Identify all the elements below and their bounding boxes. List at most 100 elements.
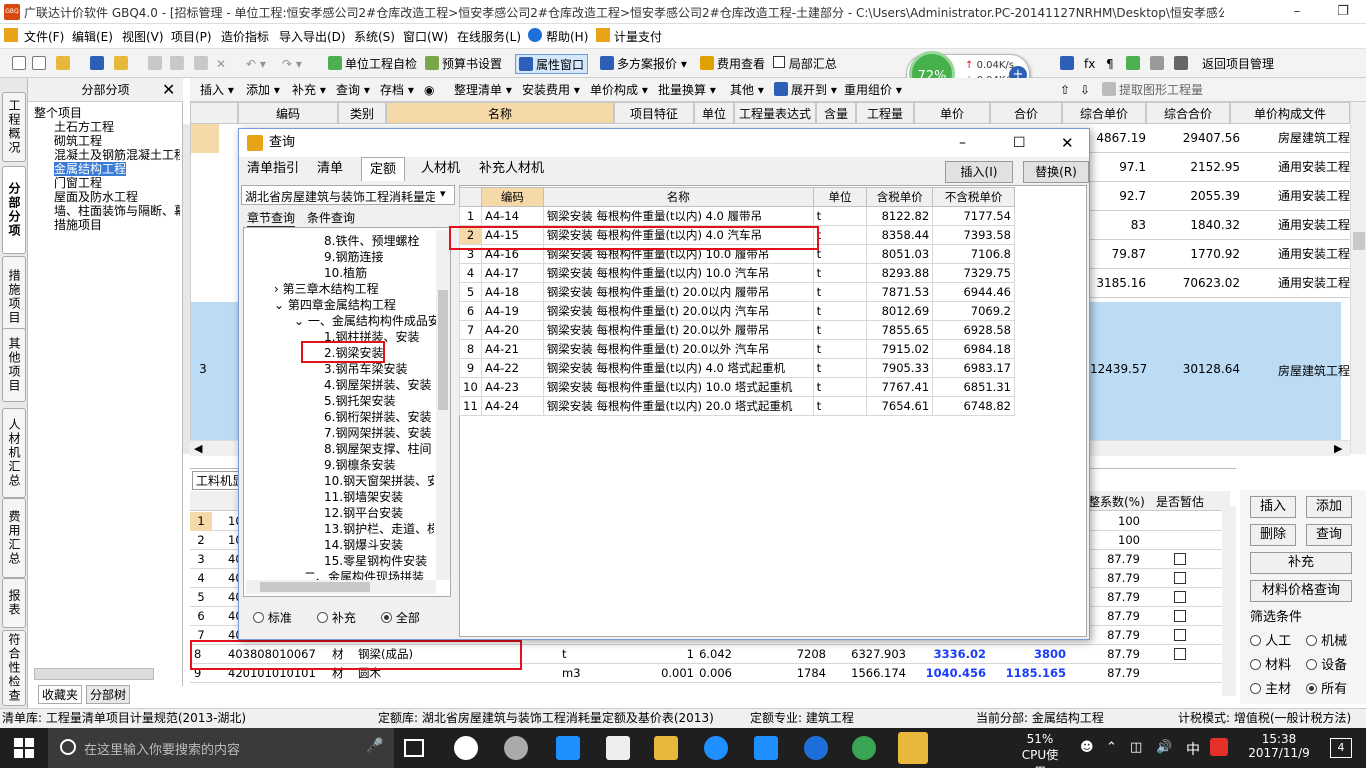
radio-all-dot[interactable]: [381, 612, 392, 623]
supplement-button[interactable]: 补充 ▾: [292, 80, 326, 100]
people-icon[interactable]: ☻: [1080, 740, 1094, 755]
tab-reports[interactable]: 报表: [2, 578, 26, 628]
network-icon[interactable]: ◫: [1130, 740, 1142, 755]
chapter-item[interactable]: 9.钢檩条安装: [324, 458, 434, 472]
col-quota-name[interactable]: 名称: [542, 187, 814, 207]
chapter-item[interactable]: 11.钢墙架安装: [324, 490, 434, 504]
menu-system[interactable]: 系统(S): [354, 28, 395, 45]
budget-settings-button[interactable]: 预算书设置: [425, 54, 502, 74]
table-row[interactable]: 79.87 1770.92 通用安装工程: [1090, 240, 1350, 269]
tree-item-concrete[interactable]: 混凝土及钢筋混凝土工程: [54, 148, 180, 162]
chapter-item[interactable]: 15.零星钢构件安装: [324, 554, 434, 568]
estimate-checkbox[interactable]: [1174, 648, 1186, 660]
col-feature[interactable]: 项目特征: [614, 102, 694, 124]
edge-icon[interactable]: [556, 736, 580, 760]
fee-view-button[interactable]: 费用查看: [700, 54, 765, 74]
calculator-icon[interactable]: [1060, 54, 1077, 74]
task-view-icon[interactable]: [404, 739, 424, 757]
tab-quota[interactable]: 定额: [361, 157, 406, 181]
chapter-item[interactable]: ⌄ 一、金属结构构件成品安: [294, 314, 444, 328]
filter-machine-radio[interactable]: [1306, 635, 1317, 646]
box-icon[interactable]: [1150, 54, 1167, 74]
chapter-h-scrollbar[interactable]: [246, 580, 436, 594]
tree-item-metal-structure[interactable]: 金属结构工程: [54, 162, 127, 176]
table-row[interactable]: 4 A4-17 钢梁安装 每根构件重量(t以内) 10.0 汽车吊 t 8293.88 7…: [459, 263, 1015, 283]
radio-supplement-dot[interactable]: [317, 612, 328, 623]
detail-query-button[interactable]: 查询: [1306, 524, 1352, 546]
maximize-icon[interactable]: ❐: [1320, 0, 1366, 24]
chapter-item[interactable]: 5.钢托架安装: [324, 394, 434, 408]
grid-v-scroll-thumb[interactable]: [1353, 232, 1365, 250]
quota-library-select[interactable]: 湖北省房屋建筑与装饰工程消耗量定额 ▾: [241, 185, 455, 205]
col-quota-code[interactable]: 编码: [480, 187, 544, 207]
partial-summary-checkbox[interactable]: [773, 56, 785, 68]
chapter-item[interactable]: 10.植筋: [324, 266, 367, 280]
filter-all-radio[interactable]: [1306, 683, 1317, 694]
table-row[interactable]: 92.7 2055.39 通用安装工程: [1090, 182, 1350, 211]
formula-icon[interactable]: fx: [1084, 54, 1095, 74]
input-language[interactable]: 中: [1186, 739, 1200, 759]
tree-close-icon[interactable]: ✕: [162, 80, 175, 99]
archive-button[interactable]: 存档 ▾: [380, 80, 414, 100]
tab-condition-query[interactable]: 条件查询: [307, 209, 355, 226]
table-row[interactable]: 1 A4-14 钢梁安装 每根构件重量(t以内) 4.0 履带吊 t 8122.82 71…: [459, 206, 1015, 226]
undo-icon[interactable]: ↶ ▾: [246, 54, 266, 74]
filter-equipment[interactable]: 设备: [1306, 654, 1347, 673]
redo-icon[interactable]: ↷ ▾: [282, 54, 302, 74]
tree-item-doors-windows[interactable]: 门窗工程: [54, 176, 102, 190]
chapter-scroll-thumb[interactable]: [438, 290, 448, 410]
other-button[interactable]: 其他 ▾: [730, 80, 764, 100]
radio-supplement[interactable]: 补充: [317, 609, 356, 626]
dialog-insert-button[interactable]: 插入(I): [945, 161, 1013, 183]
file-explorer-icon[interactable]: [654, 736, 678, 760]
extract-graphic-button[interactable]: 提取图形工程量: [1102, 80, 1203, 100]
col-is-estimate[interactable]: 是否暂估: [1156, 493, 1204, 510]
query-button[interactable]: 查询 ▾: [336, 80, 370, 100]
col-type[interactable]: 类别: [338, 102, 386, 124]
chapter-item[interactable]: 14.钢爆斗安装: [324, 538, 434, 552]
menu-help[interactable]: 帮助(H): [546, 28, 588, 45]
chapter-item[interactable]: 6.钢桁架拼装、安装: [324, 410, 434, 424]
chapter-item[interactable]: 4.钢屋架拼装、安装: [324, 378, 434, 392]
save-icon[interactable]: [90, 54, 107, 74]
table-row[interactable]: 97.1 2152.95 通用安装工程: [1090, 153, 1350, 182]
col-quota-unit[interactable]: 单位: [812, 187, 868, 207]
tree-item-measures[interactable]: 措施项目: [54, 218, 102, 232]
tree-item-whole-project[interactable]: 整个项目: [34, 106, 82, 120]
gbq-taskbar-icon[interactable]: [898, 732, 928, 764]
menu-online[interactable]: 在线服务(L): [457, 28, 521, 45]
delete-icon[interactable]: ✕: [216, 54, 226, 74]
col-total-price[interactable]: 合价: [990, 102, 1062, 124]
detail-delete-button[interactable]: 删除: [1250, 524, 1296, 546]
paragraph-icon[interactable]: ¶: [1106, 54, 1114, 74]
tab-list[interactable]: 清单: [309, 157, 351, 181]
detail-supplement-button[interactable]: 补充: [1250, 552, 1352, 574]
chapter-item[interactable]: 8.铁件、预埋螺栓: [324, 234, 419, 248]
chapter-h-scroll-thumb[interactable]: [260, 582, 370, 592]
move-down-icon[interactable]: ⇩: [1080, 80, 1090, 100]
grid-selected-cell[interactable]: [191, 124, 219, 153]
tree-h-scrollbar[interactable]: [34, 668, 154, 680]
tab-compliance-check[interactable]: 符合性检查: [2, 630, 26, 706]
table-row[interactable]: 4867.19 29407.56 房屋建筑工程: [1090, 124, 1350, 153]
col-tax-price[interactable]: 含税单价: [866, 187, 934, 207]
chapter-item[interactable]: ⌄ 第四章金属结构工程: [274, 298, 396, 312]
col-quantity[interactable]: 工程量: [856, 102, 914, 124]
table-row[interactable]: 3185.16 70623.02 通用安装工程: [1090, 269, 1350, 298]
taskbar-search-box[interactable]: 在这里输入你要搜索的内容 🎤: [48, 728, 394, 768]
radio-all[interactable]: 全部: [381, 609, 420, 626]
radio-standard-dot[interactable]: [253, 612, 264, 623]
col-name[interactable]: 名称: [386, 102, 614, 124]
material-price-query-button[interactable]: 材料价格查询: [1250, 580, 1352, 602]
estimate-checkbox[interactable]: [1174, 610, 1186, 622]
volume-icon[interactable]: 🔊: [1156, 740, 1172, 755]
dialog-minimize-icon[interactable]: –: [959, 129, 966, 157]
filter-equipment-radio[interactable]: [1306, 659, 1317, 670]
partial-summary-button[interactable]: 局部汇总: [773, 54, 837, 74]
tab-sub-items[interactable]: 分部分项: [2, 166, 26, 254]
green-book-icon[interactable]: [1126, 54, 1143, 74]
organize-list-button[interactable]: 整理清单 ▾: [454, 80, 512, 100]
table-row[interactable]: 83 1840.32 通用安装工程: [1090, 211, 1350, 240]
tab-list-guide[interactable]: 清单指引: [239, 157, 307, 181]
tab-part-tree[interactable]: 分部树: [86, 685, 131, 704]
